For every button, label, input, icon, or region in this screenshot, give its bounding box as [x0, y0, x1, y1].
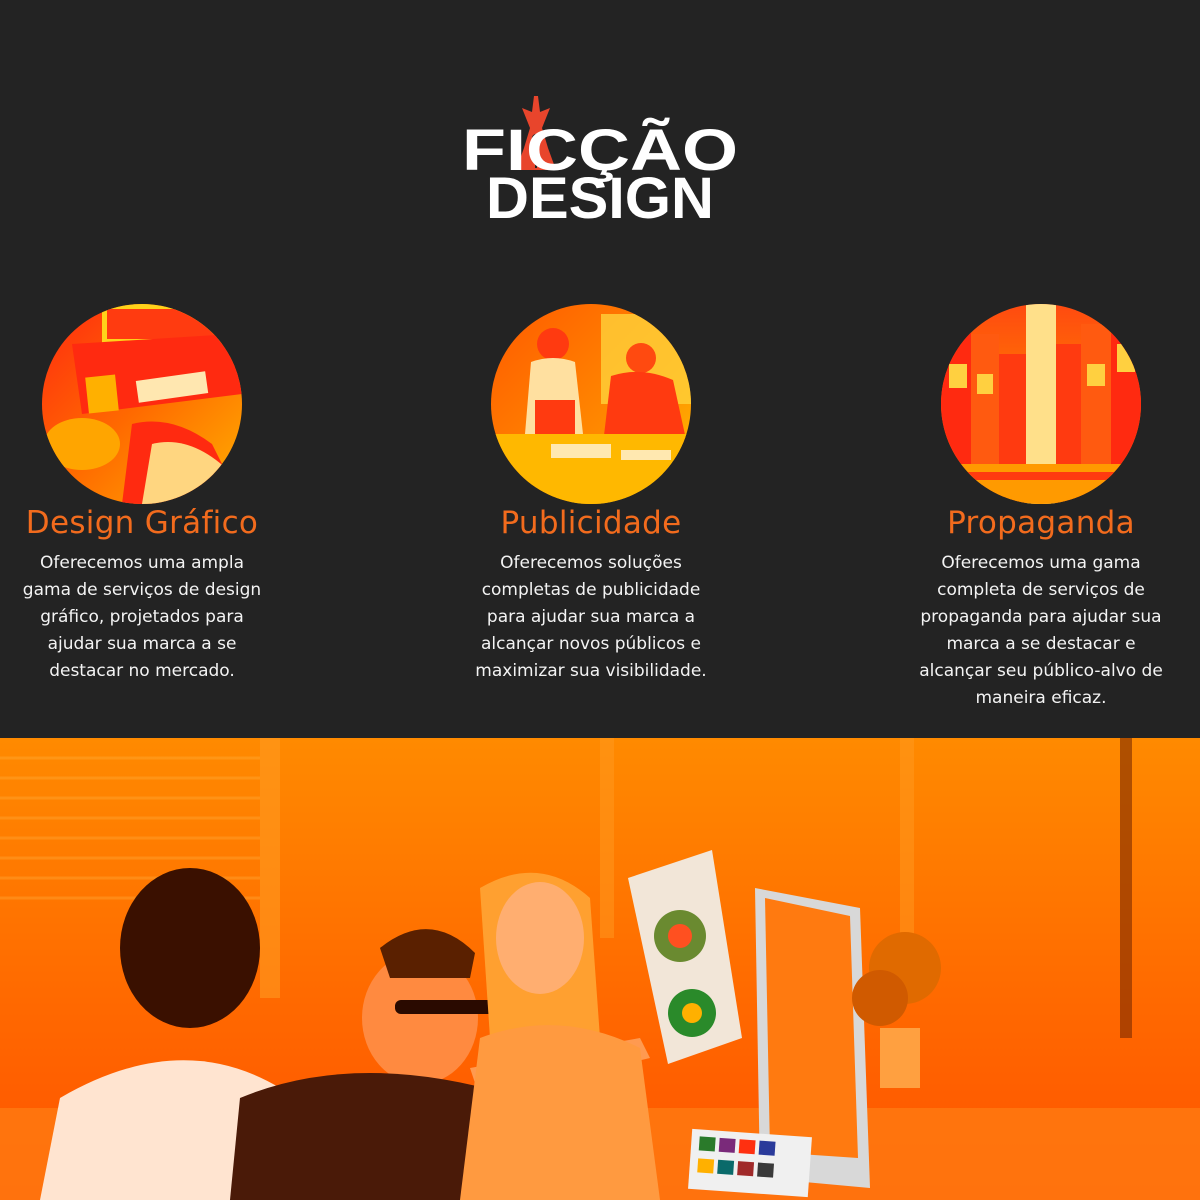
- service-image-propaganda: [941, 304, 1141, 504]
- service-title: Publicidade: [500, 505, 682, 541]
- service-description: Oferecemos uma ampla gama de serviços de…: [22, 553, 262, 681]
- service-title: Design Gráfico: [25, 505, 259, 541]
- service-description: Oferecemos soluções completas de publici…: [475, 553, 707, 681]
- service-card-design-grafico: Design Gráfico Oferecemos uma ampla gama…: [0, 304, 292, 685]
- service-card-propaganda: Propaganda Oferecemos uma gama completa …: [891, 304, 1191, 712]
- service-description: Oferecemos uma gama completa de serviços…: [919, 553, 1163, 708]
- hero-image-team-at-computer: [0, 738, 1200, 1200]
- service-card-publicidade: Publicidade Oferecemos soluções completa…: [441, 304, 741, 685]
- service-title: Propaganda: [947, 505, 1135, 541]
- site-logo[interactable]: FICÇÃO DESIGN: [0, 90, 1200, 230]
- service-image-publicidade: [491, 304, 691, 504]
- logo-graphic: FICÇÃO DESIGN: [462, 96, 738, 230]
- logo-line2: DESIGN: [486, 166, 714, 230]
- service-image-design-grafico: [42, 304, 242, 504]
